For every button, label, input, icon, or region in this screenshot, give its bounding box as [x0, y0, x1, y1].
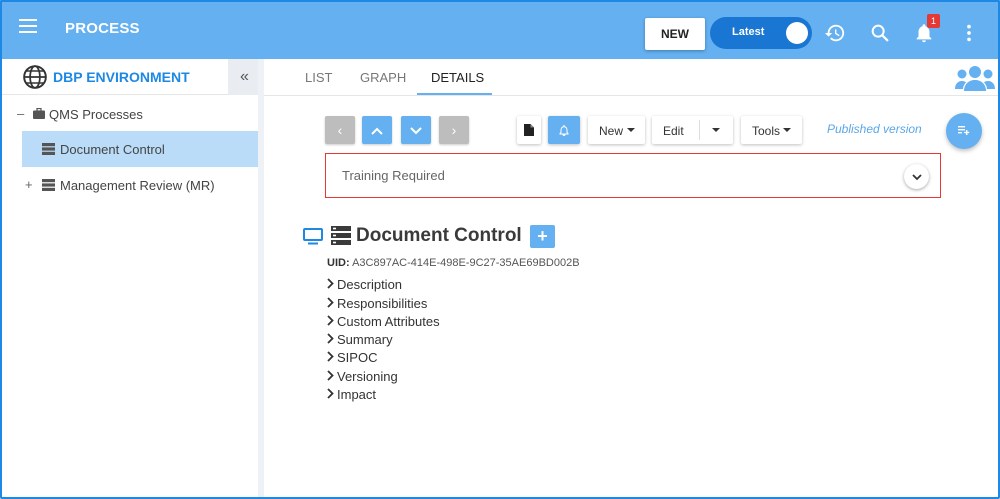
notify-button[interactable] [548, 116, 580, 144]
move-up-button[interactable] [362, 116, 392, 144]
new-dropdown-button[interactable]: New [588, 116, 645, 144]
section-sipoc[interactable]: SIPOC [326, 350, 377, 365]
tree-item-management-review[interactable]: + Management Review (MR) [2, 167, 261, 203]
monitor-icon [303, 228, 323, 245]
tree-item-label: Document Control [60, 142, 165, 157]
server-stack-icon [42, 143, 55, 155]
training-required-label: Training Required [342, 168, 445, 183]
server-stack-icon [42, 179, 55, 191]
document-icon [524, 124, 534, 136]
tools-dropdown-button[interactable]: Tools [741, 116, 802, 144]
chevron-right-icon [327, 370, 334, 381]
section-custom-attributes[interactable]: Custom Attributes [326, 314, 440, 329]
tab-details[interactable]: DETAILS [431, 70, 484, 85]
tab-list[interactable]: LIST [305, 70, 332, 85]
caret-down-icon [627, 128, 635, 132]
globe-icon [23, 65, 47, 89]
uid-label: UID: [327, 257, 350, 269]
chevron-right-icon [327, 297, 334, 308]
chevron-right-icon [327, 333, 334, 344]
app-title: PROCESS [65, 20, 140, 37]
tools-label: Tools [752, 124, 781, 138]
new-button[interactable]: NEW [645, 18, 705, 50]
next-button[interactable]: › [439, 116, 469, 144]
playlist-add-icon [958, 126, 970, 135]
document-button[interactable] [517, 116, 541, 144]
sidebar-header: DBP ENVIRONMENT « [2, 59, 261, 95]
chevron-right-icon [327, 388, 334, 399]
action-fab[interactable] [946, 113, 982, 149]
section-label: Responsibilities [337, 296, 428, 311]
sidebar: DBP ENVIRONMENT « – QMS Processes Docume… [2, 59, 263, 497]
add-button[interactable]: + [530, 225, 555, 248]
environment-title: DBP ENVIRONMENT [53, 69, 190, 85]
chevron-right-icon [327, 315, 334, 326]
chevron-down-icon [410, 127, 422, 135]
training-required-panel[interactable]: Training Required [325, 153, 941, 198]
sidebar-divider [258, 59, 264, 497]
expand-toggle[interactable]: + [25, 177, 33, 192]
latest-toggle[interactable]: Latest [710, 17, 812, 49]
section-label: Summary [337, 332, 393, 347]
uid-value: A3C897AC-414E-498E-9C27-35AE69BD002B [352, 257, 580, 269]
chevron-right-icon [327, 278, 334, 289]
section-label: Versioning [337, 369, 398, 384]
chevron-right-icon [327, 351, 334, 362]
chevron-up-icon [371, 127, 383, 135]
tree-item-label: Management Review (MR) [60, 178, 215, 193]
toggle-knob [786, 22, 808, 44]
caret-down-icon [783, 128, 791, 132]
section-label: Impact [337, 387, 377, 402]
section-impact[interactable]: Impact [326, 387, 376, 402]
section-summary[interactable]: Summary [326, 332, 393, 347]
collapse-sidebar-button[interactable]: « [228, 59, 261, 95]
move-down-button[interactable] [401, 116, 431, 144]
tree-item-document-control[interactable]: Document Control [22, 131, 258, 167]
split-divider [699, 120, 700, 140]
active-tab-indicator [417, 93, 492, 95]
top-bar: PROCESS NEW Latest 1 [0, 0, 1000, 59]
caret-down-icon[interactable] [712, 128, 720, 132]
tree-item-label: QMS Processes [49, 107, 143, 122]
section-label: Description [337, 277, 403, 292]
uid-line: UID: A3C897AC-414E-498E-9C27-35AE69BD002… [327, 257, 580, 269]
more-vert-icon[interactable] [958, 22, 980, 44]
server-stack-icon [331, 226, 351, 245]
version-status: Published version [827, 122, 922, 136]
users-group-icon[interactable] [955, 64, 995, 92]
edit-label: Edit [663, 124, 684, 138]
section-responsibilities[interactable]: Responsibilities [326, 296, 427, 311]
toggle-label: Latest [732, 26, 765, 38]
section-label: Custom Attributes [337, 314, 440, 329]
chevron-down-icon [911, 174, 922, 181]
history-icon[interactable] [824, 22, 846, 44]
tab-graph[interactable]: GRAPH [360, 70, 406, 85]
menu-icon[interactable] [19, 19, 39, 37]
bell-outline-icon [559, 125, 569, 137]
briefcase-icon [33, 108, 45, 119]
new-dropdown-label: New [599, 124, 624, 138]
search-icon[interactable] [869, 22, 891, 44]
section-versioning[interactable]: Versioning [326, 369, 398, 384]
notification-badge: 1 [927, 14, 940, 28]
expand-panel-button[interactable] [904, 164, 929, 189]
tab-bar: LIST GRAPH DETAILS [264, 59, 998, 96]
edit-split-button[interactable]: Edit [652, 116, 733, 144]
collapse-toggle[interactable]: – [17, 106, 24, 121]
section-label: SIPOC [337, 350, 378, 365]
section-description[interactable]: Description [326, 277, 402, 292]
previous-button[interactable]: ‹ [325, 116, 355, 144]
tree-item-qms-processes[interactable]: – QMS Processes [2, 96, 261, 132]
page-title: Document Control [356, 225, 522, 246]
